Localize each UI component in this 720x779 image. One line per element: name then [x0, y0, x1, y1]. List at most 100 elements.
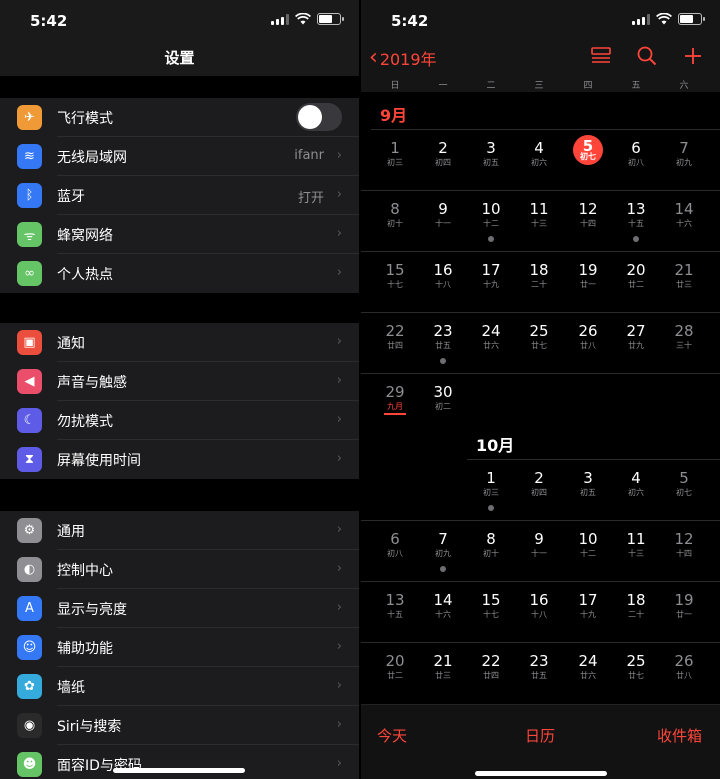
week-divider — [361, 581, 720, 582]
control-center-icon: ◐ — [17, 557, 42, 582]
chevron-right-icon: › — [336, 334, 342, 349]
settings-row[interactable]: ☾ 勿扰模式 › — [0, 401, 359, 440]
day-cell[interactable]: 14 十六 — [660, 192, 708, 252]
day-cell[interactable]: 17 十九 — [564, 583, 612, 643]
weekday-label: 日 — [390, 81, 400, 91]
event-dot — [488, 505, 494, 511]
day-cell[interactable]: 10 十二 — [564, 522, 612, 582]
settings-row[interactable]: ᯤ 蜂窝网络 › — [0, 215, 359, 254]
day-cell[interactable]: 30 初二 — [419, 375, 467, 435]
tab-inbox[interactable]: 收件箱 — [657, 725, 702, 746]
settings-row[interactable]: ◐ 控制中心 › — [0, 550, 359, 589]
day-cell[interactable]: 13 十五 — [371, 583, 419, 643]
day-cell[interactable]: 14 十六 — [419, 583, 467, 643]
day-cell[interactable]: 19 廿一 — [660, 583, 708, 643]
home-indicator[interactable] — [475, 771, 607, 776]
day-cell[interactable]: 5 初七 — [660, 461, 708, 521]
tab-calendars[interactable]: 日历 — [525, 725, 555, 746]
search-icon[interactable] — [636, 46, 658, 66]
day-cell[interactable]: 21 廿三 — [419, 644, 467, 704]
settings-row[interactable]: ⚙ 通用 › — [0, 511, 359, 550]
airplane-mode-toggle[interactable] — [296, 103, 342, 131]
day-cell[interactable]: 11 十三 — [612, 522, 660, 582]
day-cell[interactable]: 7 初九 — [660, 131, 708, 191]
day-cell[interactable]: 27 廿九 — [612, 314, 660, 374]
day-cell[interactable]: 1 初三 — [467, 461, 515, 521]
day-cell[interactable]: 4 初六 — [515, 131, 563, 191]
day-cell[interactable]: 2 初四 — [419, 131, 467, 191]
day-cell[interactable]: 3 初五 — [467, 131, 515, 191]
day-cell[interactable]: 12 十四 — [564, 192, 612, 252]
settings-row[interactable]: ᛒ 蓝牙 打开 › — [0, 176, 359, 215]
day-cell[interactable]: 24 廿六 — [564, 644, 612, 704]
back-to-year-button[interactable]: ‹ 2019年 — [369, 46, 437, 70]
day-cell[interactable]: 3 初五 — [564, 461, 612, 521]
week-divider — [361, 642, 720, 643]
day-cell[interactable]: 4 初六 — [612, 461, 660, 521]
week-divider — [361, 312, 720, 313]
day-cell[interactable]: 6 初八 — [612, 131, 660, 191]
day-cell[interactable]: 9 十一 — [419, 192, 467, 252]
day-number: 29 — [385, 383, 405, 401]
day-cell[interactable]: 23 廿五 — [515, 644, 563, 704]
day-cell[interactable]: 10 十二 — [467, 192, 515, 252]
status-icons — [271, 13, 344, 25]
settings-row[interactable]: ☻ 面容ID与密码 › — [0, 745, 359, 779]
day-cell[interactable]: 16 十八 — [515, 583, 563, 643]
day-cell[interactable]: 17 十九 — [467, 253, 515, 313]
day-cell[interactable]: 20 廿二 — [612, 253, 660, 313]
day-cell[interactable]: 13 十五 — [612, 192, 660, 252]
settings-row[interactable]: ≋ 无线局域网 ifanr › — [0, 137, 359, 176]
settings-row[interactable]: A 显示与亮度 › — [0, 589, 359, 628]
day-cell[interactable]: 15 十七 — [371, 253, 419, 313]
settings-row[interactable]: ◉ Siri与搜索 › — [0, 706, 359, 745]
day-number: 13 — [626, 200, 646, 218]
day-cell[interactable]: 24 廿六 — [467, 314, 515, 374]
tab-today[interactable]: 今天 — [377, 725, 407, 746]
settings-row[interactable]: ☺ 辅助功能 › — [0, 628, 359, 667]
settings-row[interactable]: ◀ 声音与触感 › — [0, 362, 359, 401]
day-cell[interactable]: 18 二十 — [612, 583, 660, 643]
day-cell[interactable]: 7 初九 — [419, 522, 467, 582]
day-cell[interactable]: 21 廿三 — [660, 253, 708, 313]
settings-row[interactable]: ✿ 墙纸 › — [0, 667, 359, 706]
day-cell[interactable]: 28 三十 — [660, 314, 708, 374]
day-cell[interactable]: 8 初十 — [371, 192, 419, 252]
day-number: 25 — [626, 652, 646, 670]
notifications-icon: ▣ — [17, 330, 42, 355]
day-cell[interactable]: 26 廿八 — [660, 644, 708, 704]
day-cell[interactable]: 23 廿五 — [419, 314, 467, 374]
day-number: 6 — [390, 530, 400, 548]
day-cell[interactable]: 22 廿四 — [467, 644, 515, 704]
list-view-icon[interactable] — [590, 46, 612, 66]
settings-row[interactable]: ✈ 飞行模式 — [0, 98, 359, 137]
day-cell[interactable]: 1 初三 — [371, 131, 419, 191]
day-cell[interactable]: 25 廿七 — [515, 314, 563, 374]
today-cell[interactable]: 5 初七 — [564, 131, 612, 191]
day-cell[interactable]: 19 廿一 — [564, 253, 612, 313]
day-cell[interactable]: 29 九月 — [371, 375, 419, 435]
day-number: 11 — [529, 200, 549, 218]
settings-row[interactable]: ∞ 个人热点 › — [0, 254, 359, 293]
day-cell[interactable]: 12 十四 — [660, 522, 708, 582]
add-event-icon[interactable] — [682, 46, 704, 66]
day-cell[interactable]: 25 廿七 — [612, 644, 660, 704]
day-number: 25 — [529, 322, 549, 340]
day-cell[interactable]: 9 十一 — [515, 522, 563, 582]
day-cell[interactable]: 18 二十 — [515, 253, 563, 313]
day-cell[interactable]: 22 廿四 — [371, 314, 419, 374]
day-cell[interactable]: 16 十八 — [419, 253, 467, 313]
day-cell[interactable]: 6 初八 — [371, 522, 419, 582]
day-cell[interactable]: 8 初十 — [467, 522, 515, 582]
day-cell[interactable]: 26 廿八 — [564, 314, 612, 374]
day-cell[interactable]: 20 廿二 — [371, 644, 419, 704]
settings-row[interactable]: ⧗ 屏幕使用时间 › — [0, 440, 359, 479]
day-number: 26 — [578, 322, 598, 340]
settings-row-value: ifanr — [294, 148, 324, 163]
day-cell[interactable]: 11 十三 — [515, 192, 563, 252]
day-cell[interactable]: 15 十七 — [467, 583, 515, 643]
day-cell[interactable]: 2 初四 — [515, 461, 563, 521]
settings-row[interactable]: ▣ 通知 › — [0, 323, 359, 362]
lunar-date: 初七 — [580, 152, 596, 161]
home-indicator[interactable] — [113, 768, 245, 773]
